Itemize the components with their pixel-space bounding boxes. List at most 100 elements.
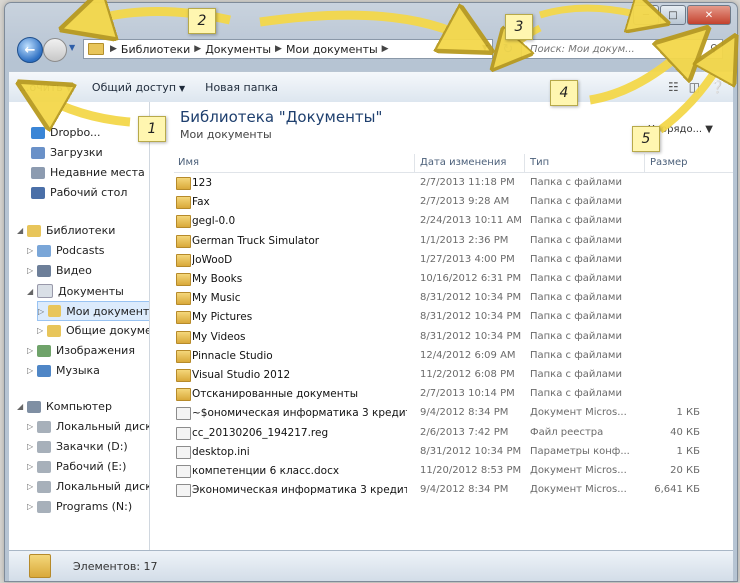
- file-row[interactable]: Отсканированные документы 2/7/2013 10:14 …: [174, 385, 733, 404]
- file-row[interactable]: gegl-0.0 2/24/2013 10:11 AM Папка с файлам…: [174, 212, 733, 231]
- nav-item-video[interactable]: ▷ Видео: [27, 264, 92, 277]
- expand-arrow-icon[interactable]: ▷: [27, 442, 37, 451]
- breadcrumb-libraries[interactable]: Библиотеки: [121, 43, 190, 56]
- file-date: 2/6/2013 7:42 PM: [420, 426, 509, 438]
- nav-item-drive-f[interactable]: ▷ Локальный диск: [27, 480, 149, 493]
- file-row[interactable]: My Pictures 8/31/2012 10:34 PM Папка с фай…: [174, 308, 733, 327]
- expand-arrow-icon[interactable]: ▷: [37, 326, 47, 335]
- nav-item-drive-e[interactable]: ▷ Рабочий (E:): [27, 460, 126, 473]
- column-header-date[interactable]: Дата изменения: [420, 157, 506, 168]
- expand-arrow-icon[interactable]: ▷: [27, 346, 37, 355]
- column-divider[interactable]: [414, 154, 415, 172]
- expand-arrow-icon[interactable]: ▷: [27, 482, 37, 491]
- history-dropdown-button[interactable]: ▼: [69, 43, 75, 52]
- column-divider[interactable]: [644, 154, 645, 172]
- nav-item-desktop[interactable]: Рабочий стол: [31, 186, 127, 199]
- expand-arrow-icon[interactable]: ▷: [27, 502, 37, 511]
- breadcrumb-separator[interactable]: ▶: [382, 44, 389, 54]
- expand-arrow-icon[interactable]: ◢: [27, 287, 37, 296]
- maximize-button[interactable]: □: [660, 5, 686, 25]
- search-input[interactable]: [528, 42, 702, 56]
- expand-arrow-icon[interactable]: ◢: [17, 226, 27, 235]
- file-name: Отсканированные документы: [192, 388, 359, 401]
- nav-item-libraries[interactable]: ◢ Библиотеки: [17, 224, 115, 237]
- podcasts-icon: [37, 244, 51, 257]
- breadcrumb-my-documents[interactable]: Мои документы: [286, 43, 378, 56]
- expand-arrow-icon[interactable]: ▷: [27, 422, 37, 431]
- expand-arrow-icon[interactable]: ◢: [17, 402, 27, 411]
- nav-item-drive-n[interactable]: ▷ Programs (N:): [27, 500, 132, 513]
- file-type: Папка с файлами: [530, 349, 622, 361]
- nav-item-my-documents[interactable]: ▷ Мои документы: [37, 301, 149, 321]
- help-icon[interactable]: ❔: [710, 80, 725, 94]
- video-icon: [37, 264, 51, 277]
- expand-arrow-icon[interactable]: ▷: [27, 366, 37, 375]
- file-row[interactable]: компетенции 6 класс.docx 11/20/2012 8:53 …: [174, 462, 733, 481]
- column-divider[interactable]: [524, 154, 525, 172]
- file-type: Папка с файлами: [530, 177, 622, 188]
- file-name: Экономическая информатика 3 кредит...: [192, 484, 407, 497]
- address-bar[interactable]: ▶ Библиотеки ▶ Документы ▶ Мои документы…: [83, 39, 493, 59]
- column-header-name[interactable]: Имя: [178, 157, 199, 168]
- breadcrumb-separator[interactable]: ▶: [110, 44, 117, 54]
- organize-button[interactable]: ...очить ▼: [9, 81, 82, 94]
- minimize-icon: ─: [642, 9, 650, 21]
- file-row[interactable]: Fax 2/7/2013 9:28 AM Папка с файлами: [174, 193, 733, 212]
- file-date: 2/24/2013 10:11 AM: [420, 215, 522, 227]
- view-mode-icon[interactable]: ☷: [668, 80, 679, 94]
- breadcrumb-separator[interactable]: ▶: [194, 44, 201, 54]
- nav-item-dropbox[interactable]: Dropbo...: [31, 126, 100, 139]
- breadcrumb-documents[interactable]: Документы: [205, 43, 271, 56]
- file-type: Документ Micros...: [530, 407, 627, 419]
- file-date: 2/7/2013 9:28 AM: [420, 196, 510, 208]
- file-name: 123: [192, 177, 213, 189]
- expand-arrow-icon[interactable]: ▷: [27, 266, 37, 275]
- expand-arrow-icon[interactable]: ▷: [38, 307, 48, 316]
- back-button[interactable]: ←: [17, 37, 43, 63]
- file-row[interactable]: JoWooD 1/27/2013 4:00 PM Папка с файлами: [174, 251, 733, 270]
- nav-item-podcasts[interactable]: ▷ Podcasts: [27, 244, 105, 257]
- close-button[interactable]: ✕: [687, 5, 731, 25]
- file-date: 11/20/2012 8:53 PM: [420, 465, 522, 476]
- nav-item-drive-d[interactable]: ▷ Закачки (D:): [27, 440, 128, 453]
- nav-item-drive-c[interactable]: ▷ Локальный диск: [27, 420, 149, 433]
- folder-icon: [176, 330, 191, 344]
- preview-pane-icon[interactable]: ◫: [689, 80, 700, 94]
- expand-arrow-icon[interactable]: ▷: [27, 246, 37, 255]
- file-type: Папка с файлами: [530, 292, 622, 304]
- file-row[interactable]: Экономическая информатика 3 кредит... 9/4…: [174, 481, 733, 500]
- nav-item-public-documents[interactable]: ▷Общие документы: [37, 324, 149, 337]
- share-button[interactable]: Общий доступ ▼: [82, 81, 195, 94]
- file-row[interactable]: German Truck Simulator 1/1/2013 2:36 PM Па…: [174, 232, 733, 251]
- file-row[interactable]: My Music 8/31/2012 10:34 PM Папка с файлам…: [174, 289, 733, 308]
- file-row[interactable]: Visual Studio 2012 11/2/2012 6:08 PM Папка…: [174, 366, 733, 385]
- column-header-type[interactable]: Тип: [530, 157, 549, 168]
- nav-item-images[interactable]: ▷ Изображения: [27, 344, 135, 357]
- file-row[interactable]: ~$ономическая информатика 3 кредит... 9/4…: [174, 404, 733, 423]
- file-row[interactable]: Pinnacle Studio 12/4/2012 6:09 AM Папка с …: [174, 347, 733, 366]
- forward-button[interactable]: [43, 38, 67, 62]
- documents-icon: [37, 284, 53, 298]
- column-header-size[interactable]: Размер: [650, 157, 688, 168]
- nav-item-computer[interactable]: ◢ Компьютер: [17, 400, 112, 413]
- nav-item-documents[interactable]: ◢ Документы: [27, 284, 124, 298]
- new-folder-button[interactable]: Новая папка: [195, 81, 288, 94]
- file-size: 1 КБ: [676, 445, 700, 457]
- nav-item-downloads[interactable]: Загрузки: [31, 146, 103, 159]
- file-row[interactable]: My Books 10/16/2012 6:31 PM Папка с файлам…: [174, 270, 733, 289]
- file-date: 9/4/2012 8:34 PM: [420, 484, 509, 496]
- address-dropdown-icon[interactable]: ▼: [482, 43, 488, 52]
- expand-arrow-icon[interactable]: ▷: [27, 462, 37, 471]
- refresh-button[interactable]: ↻: [497, 39, 519, 59]
- callout-5: 5: [632, 126, 660, 152]
- file-type: Папка с файлами: [530, 196, 622, 208]
- nav-item-music[interactable]: ▷ Музыка: [27, 364, 100, 377]
- file-row[interactable]: My Videos 8/31/2012 10:34 PM Папка с файла…: [174, 328, 733, 347]
- search-icon[interactable]: ⚲: [710, 42, 718, 55]
- file-row[interactable]: desktop.ini 8/31/2012 10:34 PM Параметры к…: [174, 443, 733, 462]
- breadcrumb-separator[interactable]: ▶: [275, 44, 282, 54]
- file-row[interactable]: 123 2/7/2013 11:18 PM Папка с файлами: [174, 174, 733, 193]
- minimize-button[interactable]: ─: [633, 5, 659, 25]
- file-row[interactable]: cc_20130206_194217.reg 2/6/2013 7:42 PM Фа…: [174, 424, 733, 443]
- nav-item-recent[interactable]: Недавние места: [31, 166, 145, 179]
